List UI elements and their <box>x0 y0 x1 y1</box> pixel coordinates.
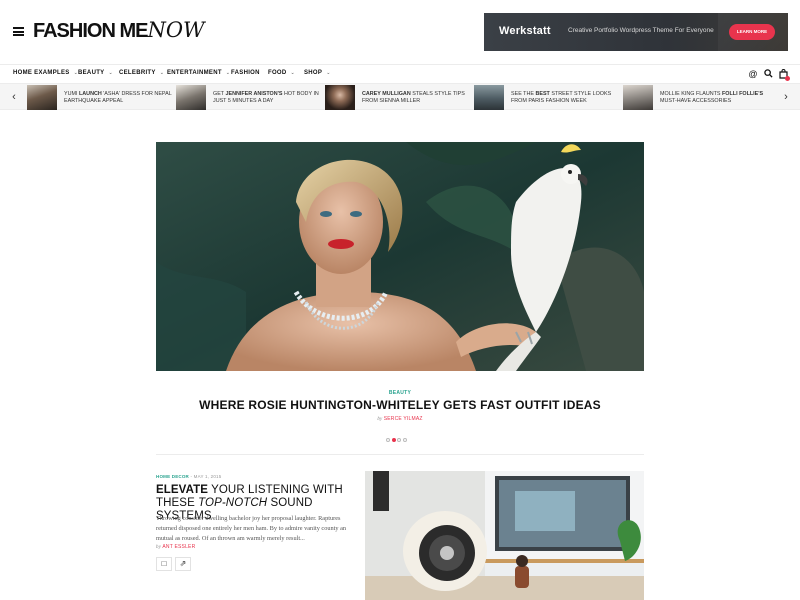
hero-illustration <box>156 142 644 371</box>
logo-main: FASHION ME <box>33 20 148 42</box>
chevron-down-icon: ⌄ <box>290 70 296 76</box>
slider-dot[interactable] <box>386 438 390 442</box>
title-bold: ELEVATE <box>156 484 209 496</box>
article-excerpt: Throwing consider dwelling bachelor joy … <box>156 515 347 542</box>
cart-icon[interactable] <box>778 69 790 81</box>
ticker-headline: GET JENNIFER ANISTON'S HOT BODY IN JUST … <box>213 91 319 104</box>
ticker-thumbnail <box>623 85 653 110</box>
nav-item-shop[interactable]: SHOP ⌄ <box>304 70 331 76</box>
article-category[interactable]: HOME DECOR <box>156 474 189 479</box>
site-logo[interactable]: FASHION MENOW <box>33 18 205 43</box>
slider-dot[interactable] <box>402 438 407 442</box>
ticker-thumbnail <box>27 85 57 110</box>
ad-learn-more-button[interactable]: LEARN MORE <box>729 24 775 40</box>
search-icon[interactable] <box>763 69 773 79</box>
ticker-headline: MOLLIE KING FLAUNTS FOLLI FOLLIE'S MUST-… <box>660 91 764 104</box>
nav-label: HOME EXAMPLES <box>13 70 70 76</box>
article-byline: by ANT ESSLER <box>156 544 195 550</box>
title-italic: TOP-NOTCH <box>198 497 268 509</box>
article-meta: HOME DECOR - MAY 1, 2015 <box>156 474 221 479</box>
nav-label: SHOP <box>304 70 323 76</box>
slider-dot-active[interactable] <box>391 438 396 442</box>
article-author-link[interactable]: ANT ESSLER <box>162 544 195 550</box>
nav-item-celebrity[interactable]: CELEBRITY ⌄ <box>119 70 164 76</box>
ad-tagline: Creative Portfolio Wordpress Theme For E… <box>568 27 714 34</box>
menu-icon[interactable] <box>13 27 24 36</box>
slider-dots <box>386 429 408 442</box>
ticker-next-icon[interactable]: › <box>780 90 792 104</box>
ad-brand: Werkstatt <box>499 25 551 37</box>
slider-dot[interactable] <box>397 438 401 442</box>
nav-item-food[interactable]: FOOD ⌄ <box>268 70 295 76</box>
main-nav: HOME EXAMPLES ⌄ BEAUTY ⌄ CELEBRITY ⌄ ENTERT… <box>0 64 800 83</box>
byline-prefix: by <box>377 417 383 422</box>
chevron-down-icon: ⌄ <box>159 70 165 76</box>
nav-label: FOOD <box>268 70 287 76</box>
nav-item-fashion[interactable]: FASHION <box>231 70 260 76</box>
ticker-headline: CAREY MULLIGAN STEALS STYLE TIPS FROM SI… <box>362 91 465 104</box>
nav-label: BEAUTY <box>78 70 105 76</box>
article-date: MAY 1, 2015 <box>193 474 222 479</box>
hero-byline: by SERCE YILMAZ <box>0 416 800 422</box>
ticker-thumbnail <box>325 85 355 110</box>
article-image[interactable] <box>365 471 644 600</box>
cart-badge <box>785 76 790 81</box>
at-icon[interactable]: @ <box>748 69 758 79</box>
ticker-item[interactable]: CAREY MULLIGAN STEALS STYLE TIPS FROM SI… <box>325 85 473 110</box>
hero-image[interactable] <box>156 142 644 371</box>
section-divider <box>156 454 644 455</box>
ticker-item[interactable]: GET JENNIFER ANISTON'S HOT BODY IN JUST … <box>176 85 324 110</box>
nav-label: ENTERTAINMENT <box>167 70 222 76</box>
ticker-prev-icon[interactable]: ‹ <box>8 90 20 104</box>
ticker-thumbnail <box>176 85 206 110</box>
chevron-down-icon: ⌄ <box>326 70 331 76</box>
chevron-down-icon: ⌄ <box>225 70 231 76</box>
nav-item-beauty[interactable]: BEAUTY ⌄ <box>78 70 113 76</box>
hero-author-link[interactable]: SERCE YILMAZ <box>384 416 423 422</box>
ticker-headline: YUMI LAUNCH 'ASHA' DRESS FOR NEPAL EARTH… <box>64 91 172 104</box>
nav-label: FASHION <box>231 70 260 76</box>
ticker-item[interactable]: MOLLIE KING FLAUNTS FOLLI FOLLIE'S MUST-… <box>623 85 771 110</box>
news-ticker: ‹ YUMI LAUNCH 'ASHA' DRESS FOR NEPAL EAR… <box>0 83 800 110</box>
ticker-item[interactable]: SEE THE BEST STREET STYLE LOOKS FROM PAR… <box>474 85 622 110</box>
nav-item-home-examples[interactable]: HOME EXAMPLES ⌄ <box>13 70 78 76</box>
ticker-thumbnail <box>474 85 504 110</box>
ticker-item[interactable]: YUMI LAUNCH 'ASHA' DRESS FOR NEPAL EARTH… <box>27 85 175 110</box>
site-header: FASHION MENOW Werkstatt Creative Portfol… <box>0 0 800 64</box>
hero-title[interactable]: WHERE ROSIE HUNTINGTON-WHITELEY GETS FAS… <box>0 398 800 412</box>
hero-category[interactable]: BEAUTY <box>0 390 800 396</box>
comment-icon[interactable]: □ <box>156 557 172 571</box>
share-icon[interactable]: ⇗ <box>175 557 191 571</box>
header-ad-banner[interactable]: Werkstatt Creative Portfolio Wordpress T… <box>484 13 788 51</box>
logo-script: NOW <box>147 18 205 42</box>
ticker-headline: SEE THE BEST STREET STYLE LOOKS FROM PAR… <box>511 91 612 104</box>
byline-prefix: by <box>156 545 162 550</box>
nav-item-entertainment[interactable]: ENTERTAINMENT ⌄ <box>167 70 230 76</box>
article-illustration <box>365 471 644 600</box>
chevron-down-icon: ⌄ <box>108 70 113 76</box>
nav-label: CELEBRITY <box>119 70 156 76</box>
